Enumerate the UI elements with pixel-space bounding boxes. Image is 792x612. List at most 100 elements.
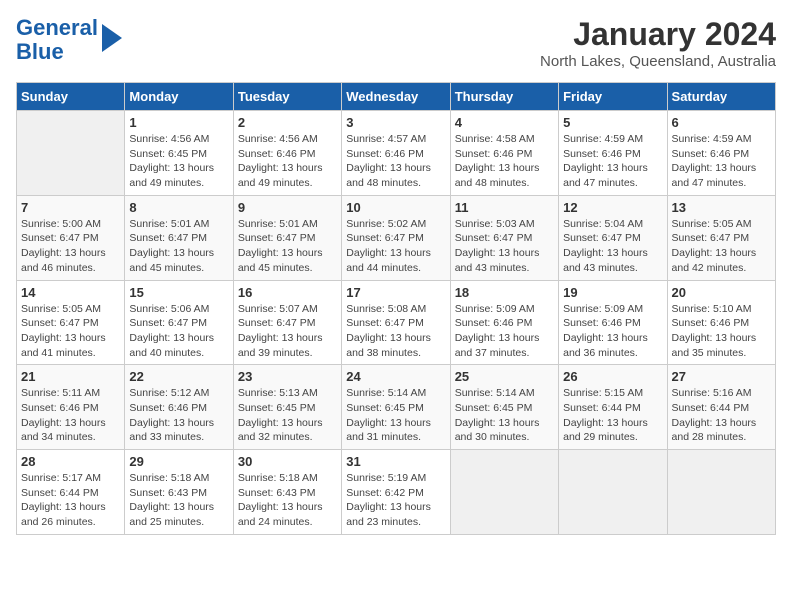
day-cell: 24Sunrise: 5:14 AM Sunset: 6:45 PM Dayli… [342, 365, 450, 450]
day-info: Sunrise: 5:18 AM Sunset: 6:43 PM Dayligh… [129, 471, 228, 530]
header-row: SundayMondayTuesdayWednesdayThursdayFrid… [17, 83, 776, 111]
week-row-5: 28Sunrise: 5:17 AM Sunset: 6:44 PM Dayli… [17, 450, 776, 535]
day-cell: 9 Sunrise: 5:01 AM Sunset: 6:47 PM Daylig… [233, 195, 341, 280]
day-number: 17 [346, 285, 445, 300]
day-cell: 12 Sunrise: 5:04 AM Sunset: 6:47 PM Dayli… [559, 195, 667, 280]
day-info: Sunrise: 5:19 AM Sunset: 6:42 PM Dayligh… [346, 471, 445, 530]
week-row-3: 14 Sunrise: 5:05 AM Sunset: 6:47 PM Dayli… [17, 280, 776, 365]
day-info: Sunrise: 5:06 AM Sunset: 6:47 PM Dayligh… [129, 302, 228, 361]
day-cell: 27 Sunrise: 5:16 AM Sunset: 6:44 PM Dayli… [667, 365, 775, 450]
day-number: 15 [129, 285, 228, 300]
day-number: 25 [455, 369, 554, 384]
day-info: Sunrise: 5:11 AM Sunset: 6:46 PM Dayligh… [21, 386, 120, 445]
day-info: Sunrise: 4:57 AM Sunset: 6:46 PM Dayligh… [346, 132, 445, 191]
day-number: 22 [129, 369, 228, 384]
day-info: Sunrise: 5:08 AM Sunset: 6:47 PM Dayligh… [346, 302, 445, 361]
day-number: 8 [129, 200, 228, 215]
header-tuesday: Tuesday [233, 83, 341, 111]
day-number: 30 [238, 454, 337, 469]
header-sunday: Sunday [17, 83, 125, 111]
day-info: Sunrise: 4:59 AM Sunset: 6:46 PM Dayligh… [563, 132, 662, 191]
day-cell: 6 Sunrise: 4:59 AM Sunset: 6:46 PM Daylig… [667, 111, 775, 196]
day-info: Sunrise: 5:04 AM Sunset: 6:47 PM Dayligh… [563, 217, 662, 276]
day-info: Sunrise: 4:58 AM Sunset: 6:46 PM Dayligh… [455, 132, 554, 191]
day-number: 7 [21, 200, 120, 215]
day-number: 4 [455, 115, 554, 130]
logo-arrow-icon [102, 24, 122, 52]
day-cell: 2Sunrise: 4:56 AM Sunset: 6:46 PM Daylig… [233, 111, 341, 196]
header-wednesday: Wednesday [342, 83, 450, 111]
day-number: 14 [21, 285, 120, 300]
day-info: Sunrise: 5:12 AM Sunset: 6:46 PM Dayligh… [129, 386, 228, 445]
day-info: Sunrise: 4:56 AM Sunset: 6:45 PM Dayligh… [129, 132, 228, 191]
day-cell: 28Sunrise: 5:17 AM Sunset: 6:44 PM Dayli… [17, 450, 125, 535]
subtitle: North Lakes, Queensland, Australia [540, 53, 776, 70]
day-number: 6 [672, 115, 771, 130]
day-info: Sunrise: 5:02 AM Sunset: 6:47 PM Dayligh… [346, 217, 445, 276]
day-number: 23 [238, 369, 337, 384]
day-number: 19 [563, 285, 662, 300]
day-number: 12 [563, 200, 662, 215]
day-cell: 8 Sunrise: 5:01 AM Sunset: 6:47 PM Daylig… [125, 195, 233, 280]
day-cell: 15 Sunrise: 5:06 AM Sunset: 6:47 PM Dayli… [125, 280, 233, 365]
day-number: 29 [129, 454, 228, 469]
header-friday: Friday [559, 83, 667, 111]
day-cell: 25 Sunrise: 5:14 AM Sunset: 6:45 PM Dayli… [450, 365, 558, 450]
day-info: Sunrise: 5:14 AM Sunset: 6:45 PM Dayligh… [455, 386, 554, 445]
day-cell: 7 Sunrise: 5:00 AM Sunset: 6:47 PM Daylig… [17, 195, 125, 280]
day-number: 10 [346, 200, 445, 215]
day-number: 26 [563, 369, 662, 384]
day-cell: 10 Sunrise: 5:02 AM Sunset: 6:47 PM Dayli… [342, 195, 450, 280]
day-cell: 21 Sunrise: 5:11 AM Sunset: 6:46 PM Dayli… [17, 365, 125, 450]
day-cell: 26 Sunrise: 5:15 AM Sunset: 6:44 PM Dayli… [559, 365, 667, 450]
day-cell: 29 Sunrise: 5:18 AM Sunset: 6:43 PM Dayli… [125, 450, 233, 535]
day-number: 16 [238, 285, 337, 300]
header-saturday: Saturday [667, 83, 775, 111]
day-number: 1 [129, 115, 228, 130]
day-number: 24 [346, 369, 445, 384]
day-cell: 31 Sunrise: 5:19 AM Sunset: 6:42 PM Dayli… [342, 450, 450, 535]
day-cell: 4 Sunrise: 4:58 AM Sunset: 6:46 PM Daylig… [450, 111, 558, 196]
day-number: 20 [672, 285, 771, 300]
day-info: Sunrise: 5:16 AM Sunset: 6:44 PM Dayligh… [672, 386, 771, 445]
day-info: Sunrise: 5:18 AM Sunset: 6:43 PM Dayligh… [238, 471, 337, 530]
day-info: Sunrise: 4:59 AM Sunset: 6:46 PM Dayligh… [672, 132, 771, 191]
day-number: 31 [346, 454, 445, 469]
week-row-2: 7 Sunrise: 5:00 AM Sunset: 6:47 PM Daylig… [17, 195, 776, 280]
day-info: Sunrise: 5:07 AM Sunset: 6:47 PM Dayligh… [238, 302, 337, 361]
page-header: GeneralBlue January 2024 North Lakes, Qu… [16, 16, 776, 70]
day-info: Sunrise: 5:00 AM Sunset: 6:47 PM Dayligh… [21, 217, 120, 276]
day-cell: 14 Sunrise: 5:05 AM Sunset: 6:47 PM Dayli… [17, 280, 125, 365]
day-info: Sunrise: 5:03 AM Sunset: 6:47 PM Dayligh… [455, 217, 554, 276]
day-number: 3 [346, 115, 445, 130]
day-cell: 23Sunrise: 5:13 AM Sunset: 6:45 PM Dayli… [233, 365, 341, 450]
day-number: 13 [672, 200, 771, 215]
day-info: Sunrise: 5:17 AM Sunset: 6:44 PM Dayligh… [21, 471, 120, 530]
week-row-4: 21 Sunrise: 5:11 AM Sunset: 6:46 PM Dayli… [17, 365, 776, 450]
title-block: January 2024 North Lakes, Queensland, Au… [540, 16, 776, 70]
day-number: 5 [563, 115, 662, 130]
day-cell: 30 Sunrise: 5:18 AM Sunset: 6:43 PM Dayli… [233, 450, 341, 535]
day-cell [667, 450, 775, 535]
week-row-1: 1 Sunrise: 4:56 AM Sunset: 6:45 PM Daylig… [17, 111, 776, 196]
day-info: Sunrise: 5:15 AM Sunset: 6:44 PM Dayligh… [563, 386, 662, 445]
day-number: 21 [21, 369, 120, 384]
day-info: Sunrise: 5:09 AM Sunset: 6:46 PM Dayligh… [563, 302, 662, 361]
day-cell: 16 Sunrise: 5:07 AM Sunset: 6:47 PM Dayli… [233, 280, 341, 365]
day-number: 9 [238, 200, 337, 215]
day-number: 2 [238, 115, 337, 130]
header-monday: Monday [125, 83, 233, 111]
day-info: Sunrise: 5:05 AM Sunset: 6:47 PM Dayligh… [672, 217, 771, 276]
day-cell [559, 450, 667, 535]
day-cell: 3 Sunrise: 4:57 AM Sunset: 6:46 PM Daylig… [342, 111, 450, 196]
day-number: 27 [672, 369, 771, 384]
day-info: Sunrise: 5:01 AM Sunset: 6:47 PM Dayligh… [238, 217, 337, 276]
day-cell: 17 Sunrise: 5:08 AM Sunset: 6:47 PM Dayli… [342, 280, 450, 365]
main-title: January 2024 [540, 16, 776, 53]
day-info: Sunrise: 5:05 AM Sunset: 6:47 PM Dayligh… [21, 302, 120, 361]
day-info: Sunrise: 5:01 AM Sunset: 6:47 PM Dayligh… [129, 217, 228, 276]
day-info: Sunrise: 5:10 AM Sunset: 6:46 PM Dayligh… [672, 302, 771, 361]
header-thursday: Thursday [450, 83, 558, 111]
day-cell [450, 450, 558, 535]
day-number: 18 [455, 285, 554, 300]
